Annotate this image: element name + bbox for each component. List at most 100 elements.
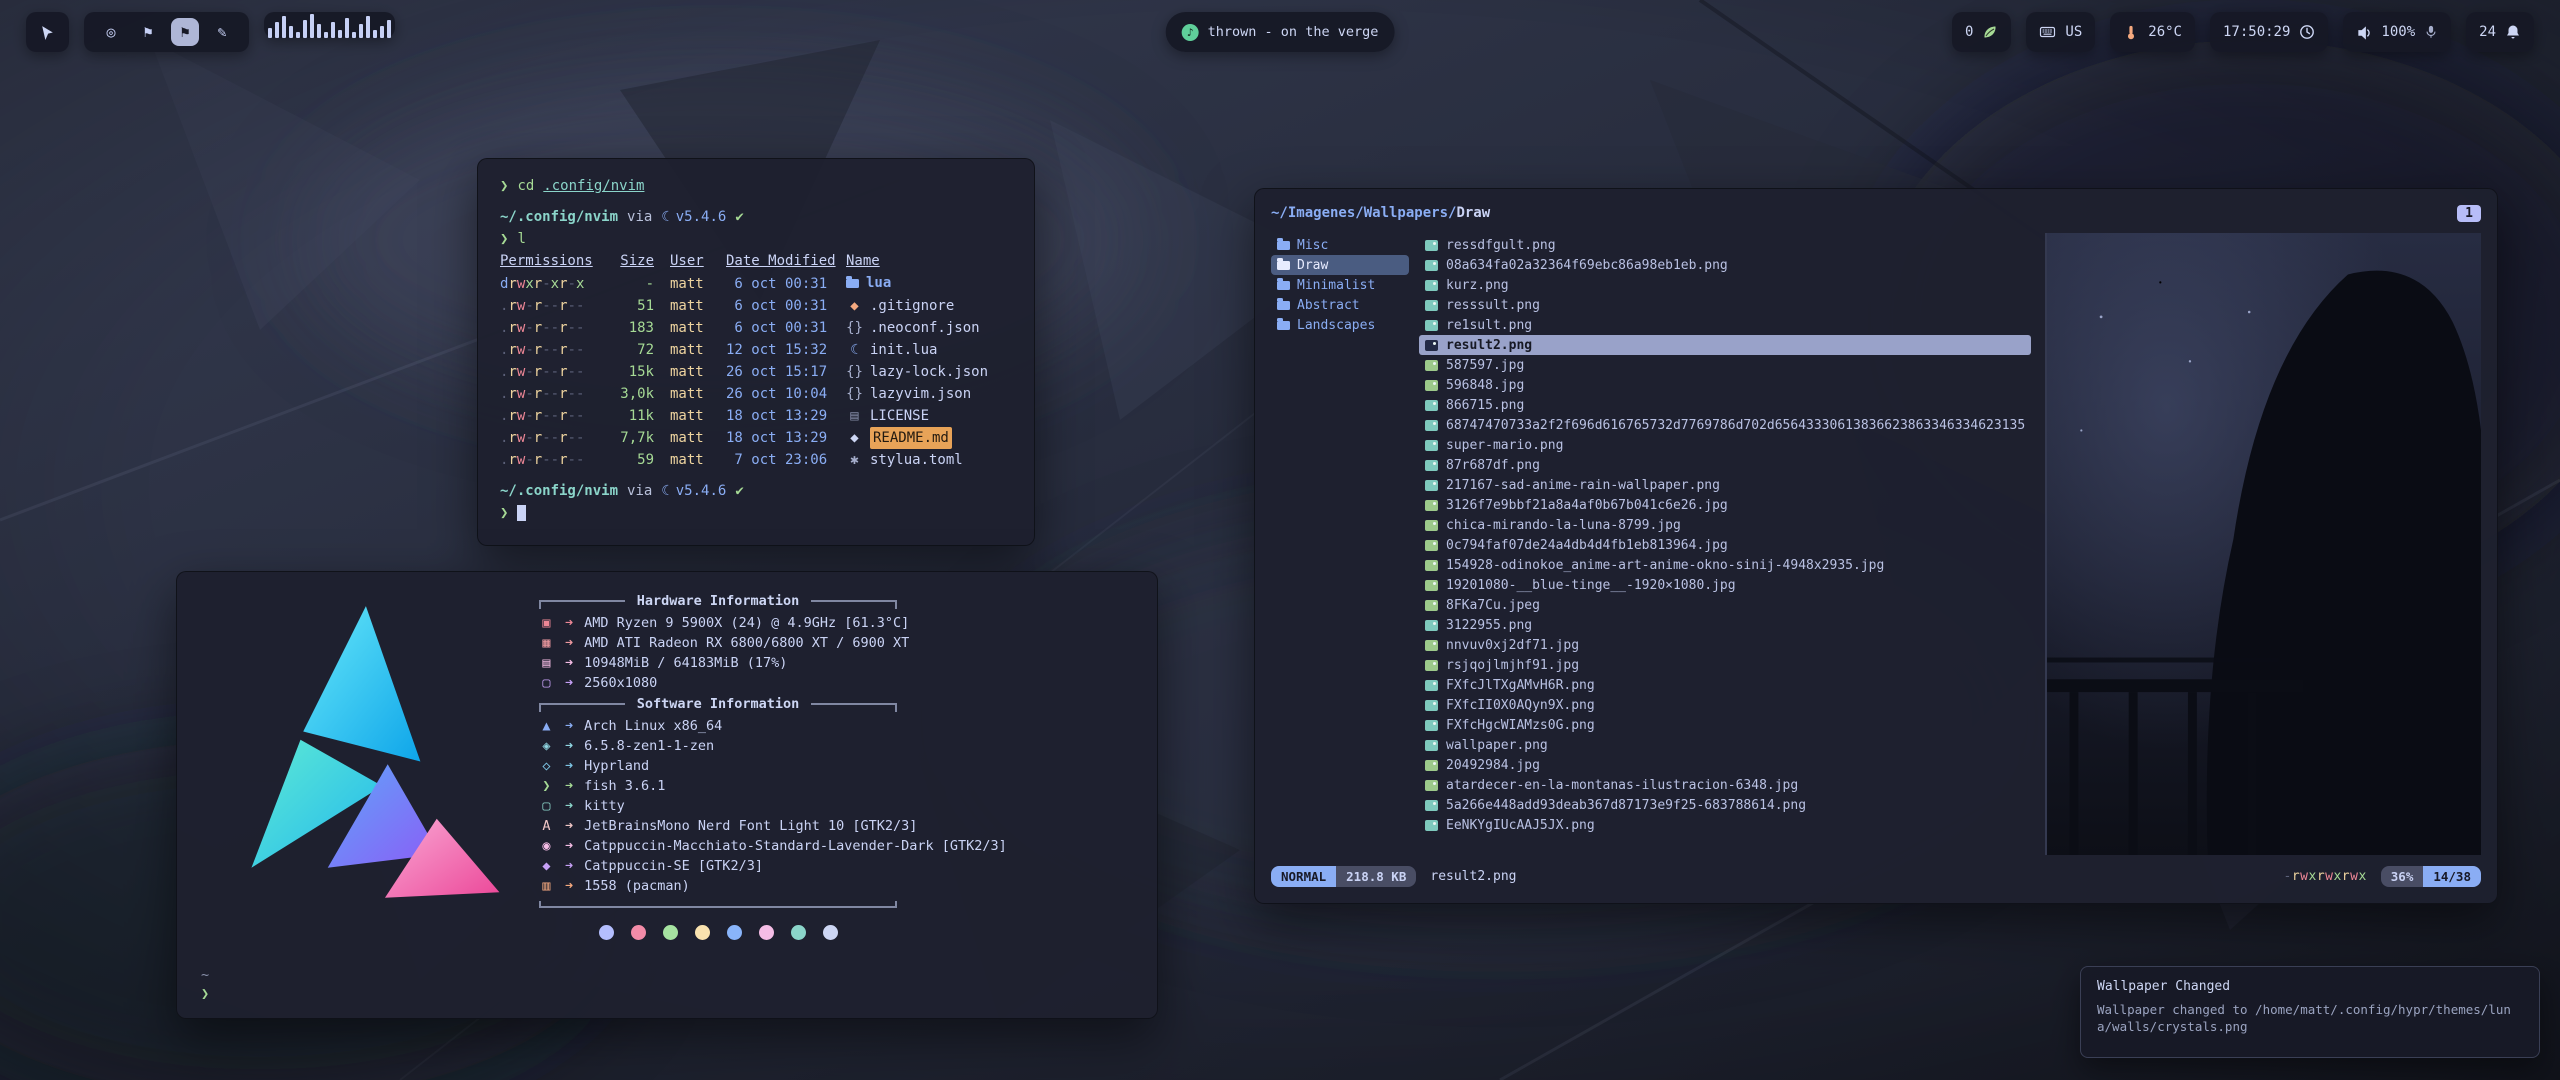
arrow-icon: ➜ bbox=[565, 736, 573, 756]
palette-dot bbox=[823, 925, 838, 940]
command-line: ❯l bbox=[500, 228, 1012, 250]
volume-widget[interactable]: 100% bbox=[2343, 12, 2451, 52]
fetch-window[interactable]: Hardware Information ▣➜AMD Ryzen 9 5900X… bbox=[176, 571, 1158, 1019]
pencil-workspace-icon[interactable]: ✎ bbox=[208, 18, 236, 46]
cwd: ~/.config/nvim bbox=[500, 206, 618, 228]
file-item[interactable]: super-mario.png bbox=[1419, 435, 2031, 455]
terminal-window[interactable]: ❯cd.config/nvim ~/.config/nvimvia☾v5.4.6… bbox=[477, 158, 1035, 546]
file-item[interactable]: 8FKa7Cu.jpeg bbox=[1419, 595, 2031, 615]
file-item[interactable]: ressdfgult.png bbox=[1419, 235, 2031, 255]
file-name: EeNKYgIUcAAJ5JX.png bbox=[1446, 818, 1595, 833]
file-item[interactable]: chica-mirando-la-luna-8799.jpg bbox=[1419, 515, 2031, 535]
prompt-icon: ❯ bbox=[500, 502, 508, 524]
file-name: atardecer-en-la-montanas-ilustracion-634… bbox=[1446, 778, 1798, 793]
sidebar-folder-abstract[interactable]: Abstract bbox=[1271, 295, 1409, 315]
resolution-icon: ▢ bbox=[539, 673, 554, 693]
file-item[interactable]: 19201080-__blue-tinge__-1920×1080.jpg bbox=[1419, 575, 2031, 595]
arrow-icon: ➜ bbox=[565, 876, 573, 896]
file-item[interactable]: 3126f7e9bbf21a8a4af0b67b041c6e26.jpg bbox=[1419, 495, 2031, 515]
file-item[interactable]: wallpaper.png bbox=[1419, 735, 2031, 755]
notification-title: Wallpaper Changed bbox=[2097, 979, 2523, 994]
file-name: 866715.png bbox=[1446, 398, 1524, 413]
file-item[interactable]: 0c794faf07de24a4db4d4fb1eb813964.jpg bbox=[1419, 535, 2031, 555]
file-item[interactable]: 68747470733a2f2f696d616765732d7769786d70… bbox=[1419, 415, 2031, 435]
image-file-icon bbox=[1425, 540, 1438, 551]
theme-icon: ◉ bbox=[539, 836, 554, 856]
file-name: FXfcHgcWIAMzs0G.png bbox=[1446, 718, 1595, 733]
fetch-value: kitty bbox=[584, 796, 625, 816]
fetch-value: 2560x1080 bbox=[584, 673, 657, 693]
target-workspace-icon[interactable]: ◎ bbox=[97, 18, 125, 46]
lua-version: v5.4.6 bbox=[676, 206, 727, 228]
file-name: stylua.toml bbox=[870, 449, 963, 471]
fetch-row-font: A➜JetBrainsMono Nerd Font Light 10 [GTK2… bbox=[539, 816, 1131, 836]
updates-widget[interactable]: 0 bbox=[1952, 12, 2011, 52]
file-item[interactable]: resssult.png bbox=[1419, 295, 2031, 315]
file-item[interactable]: 3122955.png bbox=[1419, 615, 2031, 635]
file-item[interactable]: EeNKYgIUcAAJ5JX.png bbox=[1419, 815, 2031, 835]
file-item[interactable]: 217167-sad-anime-rain-wallpaper.png bbox=[1419, 475, 2031, 495]
keyboard-layout-widget[interactable]: US bbox=[2026, 12, 2095, 52]
listing-row: .rw-r--r--15kmatt26 oct 15:17{}lazy-lock… bbox=[500, 361, 1012, 383]
flag-workspace-icon[interactable]: ⚑ bbox=[171, 18, 199, 46]
visualizer-bar bbox=[373, 30, 377, 38]
tab-badge[interactable]: 1 bbox=[2457, 205, 2481, 222]
notification-body: Wallpaper changed to /home/matt/.config/… bbox=[2097, 1001, 2523, 1035]
sidebar-folder-landscapes[interactable]: Landscapes bbox=[1271, 315, 1409, 335]
file-item[interactable]: nnvuv0xj2df71.jpg bbox=[1419, 635, 2031, 655]
status-bar: NORMAL 218.8 KB result2.png -rwxrwxrwx 3… bbox=[1271, 861, 2481, 891]
file-name: 5a266e448add93deab367d87173e9f25-6837886… bbox=[1446, 798, 1806, 813]
image-file-icon bbox=[1425, 420, 1438, 431]
file-item[interactable]: re1sult.png bbox=[1419, 315, 2031, 335]
file-item[interactable]: 866715.png bbox=[1419, 395, 2031, 415]
mode-badge: NORMAL bbox=[1271, 866, 1336, 887]
notification-toast[interactable]: Wallpaper Changed Wallpaper changed to /… bbox=[2080, 966, 2540, 1058]
listing-header: PermissionsSizeUserDate ModifiedName bbox=[500, 250, 1012, 272]
packages-icon: ▥ bbox=[539, 876, 554, 896]
text-cursor bbox=[517, 505, 526, 521]
active-prompt[interactable]: ❯ bbox=[500, 502, 1012, 524]
file-item[interactable]: FXfcHgcWIAMzs0G.png bbox=[1419, 715, 2031, 735]
file-item[interactable]: 87r687df.png bbox=[1419, 455, 2031, 475]
file-item[interactable]: 154928-odinokoe_anime-art-anime-okno-sin… bbox=[1419, 555, 2031, 575]
file-item[interactable]: result2.png bbox=[1419, 335, 2031, 355]
listing-row: .rw-r--r--11kmatt18 oct 13:29▤LICENSE bbox=[500, 405, 1012, 427]
flag-workspace-icon[interactable]: ⚑ bbox=[134, 18, 162, 46]
fetch-value: Catppuccin-Macchiato-Standard-Lavender-D… bbox=[584, 836, 1007, 856]
sidebar-folder-minimalist[interactable]: Minimalist bbox=[1271, 275, 1409, 295]
updates-count: 0 bbox=[1965, 24, 1973, 40]
file-item[interactable]: FXfcII0X0AQyn9X.png bbox=[1419, 695, 2031, 715]
file-item[interactable]: 596848.jpg bbox=[1419, 375, 2031, 395]
sidebar-folder-draw[interactable]: Draw bbox=[1271, 255, 1409, 275]
sidebar-folder-misc[interactable]: Misc bbox=[1271, 235, 1409, 255]
file-name: FXfcII0X0AQyn9X.png bbox=[1446, 698, 1595, 713]
file-item[interactable]: kurz.png bbox=[1419, 275, 2031, 295]
fetch-row-shell: ❯➜fish 3.6.1 bbox=[539, 776, 1131, 796]
file-name: 20492984.jpg bbox=[1446, 758, 1540, 773]
microphone-icon bbox=[2424, 24, 2438, 40]
clock-widget[interactable]: 17:50:29 bbox=[2210, 12, 2328, 52]
file-item[interactable]: FXfcJlTXgAMvH6R.png bbox=[1419, 675, 2031, 695]
file-item[interactable]: 08a634fa02a32364f69ebc86a98eb1eb.png bbox=[1419, 255, 2031, 275]
file-item[interactable]: 587597.jpg bbox=[1419, 355, 2031, 375]
pointer-icon bbox=[39, 24, 56, 41]
temperature-widget[interactable]: 26°C bbox=[2110, 12, 2195, 52]
file-item[interactable]: atardecer-en-la-montanas-ilustracion-634… bbox=[1419, 775, 2031, 795]
file-item[interactable]: rsjqojlmjhf91.jpg bbox=[1419, 655, 2031, 675]
notifications-widget[interactable]: 24 bbox=[2466, 12, 2534, 52]
fetch-value: Hyprland bbox=[584, 756, 649, 776]
fetch-row-os: ▲➜Arch Linux x86_64 bbox=[539, 716, 1131, 736]
file-item[interactable]: 5a266e448add93deab367d87173e9f25-6837886… bbox=[1419, 795, 2031, 815]
fetch-value: fish 3.6.1 bbox=[584, 776, 665, 796]
image-file-icon bbox=[1425, 400, 1438, 411]
check-icon: ✔ bbox=[735, 480, 743, 502]
image-file-icon bbox=[1425, 820, 1438, 831]
media-player-widget[interactable]: ♪ thrown - on the verge bbox=[1166, 12, 1395, 52]
file-item[interactable]: 20492984.jpg bbox=[1419, 755, 2031, 775]
preview-image bbox=[2047, 233, 2481, 855]
fetch-prompt[interactable]: ~ ❯ bbox=[201, 966, 218, 1004]
bell-icon bbox=[2505, 24, 2521, 40]
launcher-button[interactable] bbox=[26, 12, 69, 52]
file-manager-window[interactable]: ~/Imagenes/Wallpapers/Draw 1 MiscDrawMin… bbox=[1254, 188, 2498, 904]
keyboard-icon bbox=[2039, 24, 2056, 40]
